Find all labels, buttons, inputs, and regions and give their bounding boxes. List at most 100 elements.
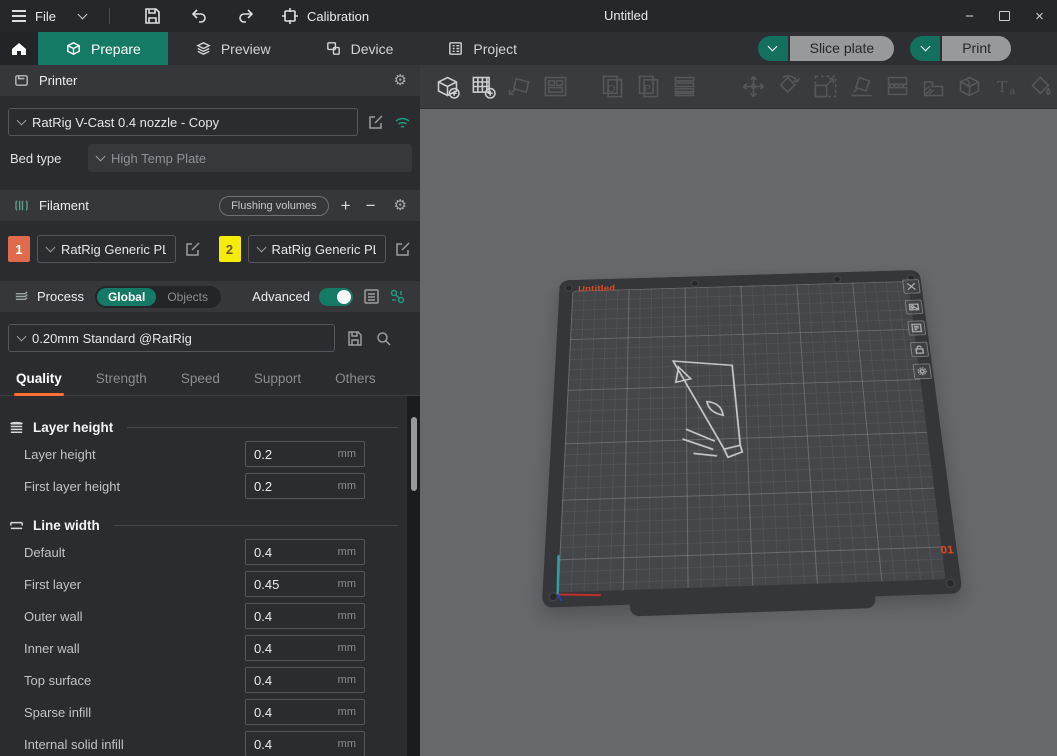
default-line-width-input[interactable] bbox=[246, 545, 338, 560]
filament-2-value: RatRig Generic PLA bbox=[272, 242, 377, 257]
split-to-parts-icon[interactable]: P bbox=[635, 73, 662, 100]
first-layer-line-width-input[interactable] bbox=[246, 577, 338, 592]
filament-2-select[interactable]: RatRig Generic PLA bbox=[248, 235, 387, 263]
edit-printer-icon[interactable] bbox=[366, 113, 385, 132]
calibration-button[interactable]: Calibration bbox=[280, 6, 369, 26]
scale-icon[interactable] bbox=[812, 73, 839, 100]
add-filament-button[interactable]: + bbox=[338, 197, 354, 214]
text-tool-icon[interactable]: Ta bbox=[992, 73, 1019, 100]
chevron-down-icon bbox=[256, 242, 266, 252]
edit-filament-2-icon[interactable] bbox=[393, 240, 412, 259]
add-model-icon[interactable] bbox=[434, 73, 461, 100]
plate-settings-gear-icon[interactable] bbox=[913, 363, 932, 379]
arrange-icon[interactable] bbox=[542, 73, 569, 100]
process-section-header: Process Global Objects Advanced bbox=[0, 281, 420, 312]
tab-support[interactable]: Support bbox=[252, 366, 303, 395]
file-menu[interactable]: File bbox=[35, 9, 56, 24]
print-button[interactable]: Print bbox=[942, 36, 1011, 61]
lay-on-face-icon[interactable] bbox=[848, 73, 875, 100]
move-icon[interactable] bbox=[740, 73, 767, 100]
add-plate-icon[interactable] bbox=[470, 73, 497, 100]
save-preset-icon[interactable] bbox=[345, 329, 364, 348]
outer-wall-line-width-field: mm bbox=[245, 603, 365, 629]
viewport-toolbar: O P bbox=[420, 65, 1057, 109]
filament-settings-gear-icon[interactable]: ⚙ bbox=[394, 198, 407, 213]
build-plate[interactable]: Untitled 01 bbox=[542, 270, 963, 608]
printer-preset-value: RatRig V-Cast 0.4 nozzle - Copy bbox=[32, 115, 219, 130]
setting-label: Layer height bbox=[24, 447, 245, 462]
rename-plate-icon[interactable] bbox=[907, 320, 926, 335]
parameter-list-icon[interactable] bbox=[362, 287, 381, 306]
slice-plate-button[interactable]: Slice plate bbox=[790, 36, 895, 61]
sparse-infill-line-width-input[interactable] bbox=[246, 705, 338, 720]
print-options-button[interactable] bbox=[910, 36, 940, 61]
paint-icon[interactable] bbox=[1028, 73, 1055, 100]
file-chevron-down-icon[interactable] bbox=[78, 9, 88, 19]
fix-model-icon[interactable] bbox=[956, 73, 983, 100]
tab-strength[interactable]: Strength bbox=[94, 366, 149, 395]
scope-objects-button[interactable]: Objects bbox=[156, 288, 219, 306]
process-preset-select[interactable]: 0.20mm Standard @RatRig bbox=[8, 324, 335, 352]
scope-global-button[interactable]: Global bbox=[97, 288, 156, 306]
filament-1-badge[interactable]: 1 bbox=[8, 236, 30, 262]
split-to-objects-icon[interactable]: O bbox=[599, 73, 626, 100]
wifi-icon[interactable] bbox=[393, 113, 412, 132]
advanced-toggle[interactable] bbox=[319, 288, 353, 306]
inner-wall-line-width-input[interactable] bbox=[246, 641, 338, 656]
tab-prepare[interactable]: Prepare bbox=[38, 32, 168, 65]
tab-project[interactable]: Project bbox=[420, 32, 544, 65]
3d-canvas[interactable]: Untitled 01 bbox=[420, 109, 1057, 756]
minimize-button[interactable]: − bbox=[952, 0, 987, 32]
redo-icon[interactable] bbox=[236, 6, 256, 26]
home-button[interactable] bbox=[0, 32, 38, 65]
chevron-down-icon bbox=[768, 42, 778, 52]
menu-icon[interactable] bbox=[12, 10, 26, 22]
bed-type-select[interactable]: High Temp Plate bbox=[88, 144, 412, 172]
close-button[interactable]: × bbox=[1022, 0, 1057, 32]
outer-wall-line-width-input[interactable] bbox=[246, 609, 338, 624]
delete-plate-icon[interactable] bbox=[902, 279, 921, 294]
plate-name-label[interactable]: Untitled bbox=[578, 284, 615, 294]
mesh-boolean-icon[interactable] bbox=[920, 73, 947, 100]
scrollbar-thumb[interactable] bbox=[411, 417, 417, 491]
preview-icon bbox=[195, 40, 212, 57]
edit-filament-1-icon[interactable] bbox=[183, 240, 202, 259]
setting-label: Inner wall bbox=[24, 641, 245, 656]
layer-height-input[interactable] bbox=[246, 447, 338, 462]
variable-layer-height-icon[interactable] bbox=[671, 73, 698, 100]
tab-preview[interactable]: Preview bbox=[168, 32, 298, 65]
cut-icon[interactable] bbox=[884, 73, 911, 100]
plate-preview-icon[interactable] bbox=[905, 300, 924, 315]
tab-speed[interactable]: Speed bbox=[179, 366, 222, 395]
maximize-button[interactable] bbox=[987, 0, 1022, 32]
inner-wall-line-width-field: mm bbox=[245, 635, 365, 661]
model-rat-head-outline[interactable] bbox=[660, 347, 752, 484]
save-icon[interactable] bbox=[142, 6, 162, 26]
internal-solid-infill-line-width-input[interactable] bbox=[246, 737, 338, 752]
remove-filament-button[interactable]: − bbox=[363, 197, 379, 214]
tab-others[interactable]: Others bbox=[333, 366, 378, 395]
lock-plate-icon[interactable] bbox=[910, 342, 929, 358]
printer-settings-gear-icon[interactable]: ⚙ bbox=[394, 73, 407, 88]
compare-presets-icon[interactable] bbox=[388, 287, 407, 306]
search-icon[interactable] bbox=[374, 329, 393, 348]
unit-label: mm bbox=[338, 706, 364, 718]
filament-1-select[interactable]: RatRig Generic PLA bbox=[37, 235, 176, 263]
filament-2-badge[interactable]: 2 bbox=[219, 236, 241, 262]
printer-preset-select[interactable]: RatRig V-Cast 0.4 nozzle - Copy bbox=[8, 108, 358, 136]
flushing-volumes-button[interactable]: Flushing volumes bbox=[219, 196, 329, 216]
tab-device[interactable]: Device bbox=[298, 32, 421, 65]
tab-quality[interactable]: Quality bbox=[14, 366, 64, 395]
plate-number-label: 01 bbox=[940, 544, 955, 557]
first-layer-height-input[interactable] bbox=[246, 479, 338, 494]
rotate-icon[interactable] bbox=[776, 73, 803, 100]
bed-type-value: High Temp Plate bbox=[111, 151, 206, 166]
toggle-knob bbox=[337, 290, 351, 304]
undo-icon[interactable] bbox=[189, 6, 209, 26]
top-surface-line-width-input[interactable] bbox=[246, 673, 338, 688]
bed-type-label: Bed type bbox=[8, 151, 88, 166]
auto-orient-icon[interactable] bbox=[506, 73, 533, 100]
setting-row: Outer wall mm bbox=[0, 600, 420, 632]
setting-row: Sparse infill mm bbox=[0, 696, 420, 728]
slice-options-button[interactable] bbox=[758, 36, 788, 61]
